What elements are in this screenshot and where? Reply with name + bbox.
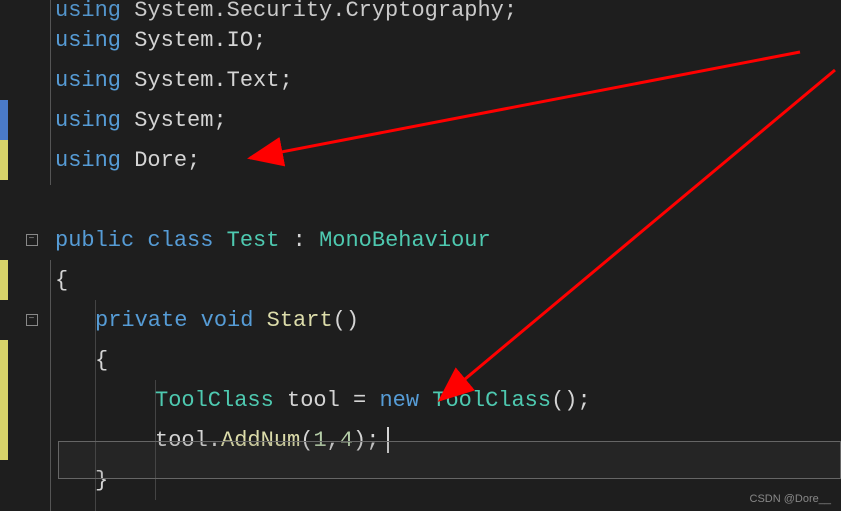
number: 1 xyxy=(313,428,326,453)
number: 4 xyxy=(340,428,353,453)
keyword-using: using xyxy=(55,108,121,133)
keyword-using: using xyxy=(55,148,121,173)
method-name: Start xyxy=(267,308,333,333)
change-marker-yellow xyxy=(0,140,8,180)
code-line: using System.IO; xyxy=(0,20,841,60)
code-line-current: tool.AddNum(1,4); xyxy=(0,420,841,460)
keyword-private: private xyxy=(95,308,187,333)
brace: { xyxy=(95,348,108,373)
keyword-class: class xyxy=(147,228,213,253)
change-marker-blue xyxy=(0,100,8,140)
brace: } xyxy=(95,468,108,493)
code-line: { xyxy=(0,340,841,380)
fold-button[interactable]: − xyxy=(26,314,38,326)
change-marker-yellow xyxy=(0,340,8,380)
namespace: Dore xyxy=(134,148,187,173)
keyword-using: using xyxy=(55,68,121,93)
keyword-void: void xyxy=(201,308,254,333)
keyword-public: public xyxy=(55,228,134,253)
base-class: MonoBehaviour xyxy=(319,228,491,253)
keyword-new: new xyxy=(379,388,419,413)
variable: tool xyxy=(287,388,340,413)
type-name: ToolClass xyxy=(155,388,274,413)
brace: { xyxy=(55,268,68,293)
watermark: CSDN @Dore__ xyxy=(750,493,831,505)
blank-line xyxy=(0,180,841,220)
namespace: System.IO xyxy=(134,28,253,53)
namespace: System xyxy=(134,108,213,133)
text-cursor xyxy=(387,427,389,453)
variable: tool xyxy=(155,428,208,453)
code-line: using Dore; xyxy=(0,140,841,180)
constructor: ToolClass xyxy=(432,388,551,413)
namespace: System.Text xyxy=(134,68,279,93)
keyword-using: using xyxy=(55,28,121,53)
change-marker-yellow xyxy=(0,420,8,460)
fold-button[interactable]: − xyxy=(26,234,38,246)
code-line: using System.Security.Cryptography; xyxy=(0,0,841,20)
change-marker-yellow xyxy=(0,380,8,420)
code-line: − private void Start() xyxy=(0,300,841,340)
code-line: − public class Test : MonoBehaviour xyxy=(0,220,841,260)
code-line: using System.Text; xyxy=(0,60,841,100)
code-editor[interactable]: using System.Security.Cryptography; usin… xyxy=(0,0,841,511)
code-line: { xyxy=(0,260,841,300)
code-line: using System; xyxy=(0,100,841,140)
code-line: ToolClass tool = new ToolClass(); xyxy=(0,380,841,420)
class-name: Test xyxy=(227,228,280,253)
code-line: } xyxy=(0,460,841,500)
change-marker-yellow xyxy=(0,260,8,300)
method-call: AddNum xyxy=(221,428,300,453)
